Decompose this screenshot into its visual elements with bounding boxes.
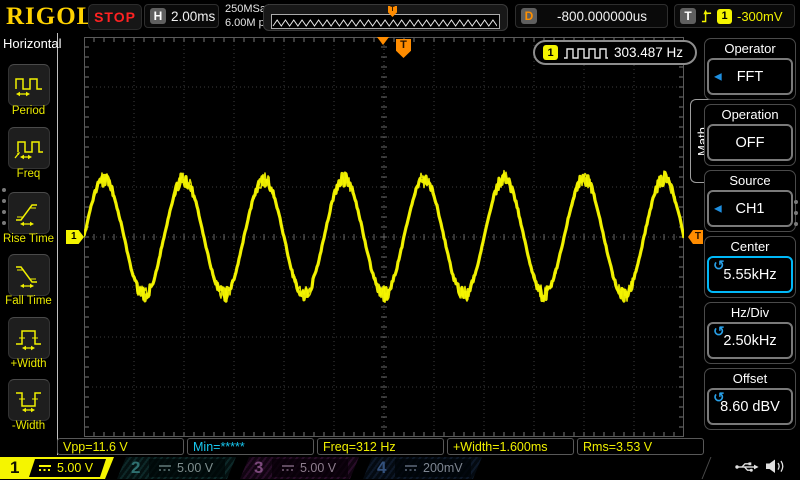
submenu-arrow-icon: ◀ [714, 203, 722, 214]
trigger-source-badge: 1 [717, 8, 732, 24]
menu-operator[interactable]: Operator ◀ ↺ FFT [704, 38, 796, 100]
plus-width-icon [16, 330, 41, 351]
menu-source[interactable]: Source ◀ ↺ CH1 [704, 170, 796, 232]
delay-badge: D [521, 8, 537, 24]
counter-value: 303.487 Hz [614, 45, 684, 60]
channel-2-tab[interactable]: 2 5.00 V [117, 457, 236, 479]
screen-center-marker [377, 37, 389, 45]
freq-icon [14, 141, 43, 160]
measurement-min[interactable]: Min=***** [187, 438, 314, 455]
measurement-width[interactable]: +Width=1.600ms [447, 438, 574, 455]
fall-time-icon [16, 266, 37, 288]
trigger-badge: T [680, 8, 696, 24]
trigger-box[interactable]: T 1 -300mV [674, 4, 795, 28]
waveform-preview [271, 14, 500, 29]
horizontal-scale-box[interactable]: H 2.00ms [144, 4, 219, 28]
menu-hz-div[interactable]: Hz/Div ◀ ↺ 2.50kHz [704, 302, 796, 364]
left-menu-title: Horizontal [3, 36, 62, 51]
channel-1-tab[interactable]: 1 5.00 V [0, 457, 114, 479]
knob-icon: ↺ [713, 258, 725, 274]
left-page-dot [2, 199, 6, 203]
minus-width-icon [16, 392, 41, 413]
dc-coupling-icon [159, 465, 171, 471]
run-stop-status: STOP [88, 4, 142, 30]
left-measure-menu: Horizontal Period Freq Rise Time Fall Ti… [0, 33, 62, 455]
beeper-icon [766, 459, 784, 473]
preview-wave-icon [272, 19, 498, 27]
usb-icon [735, 462, 759, 472]
delay-value: -800.000000us [556, 8, 648, 24]
statusbar-divider [701, 457, 712, 479]
right-page-dot [794, 200, 798, 204]
horizontal-badge: H [150, 8, 166, 24]
menu-center[interactable]: Center ◀ ↺ 5.55kHz [704, 236, 796, 298]
left-page-dot [2, 210, 6, 214]
frequency-counter-badge: 1 303.487 Hz [533, 40, 697, 65]
left-page-dot [2, 188, 6, 192]
counter-channel-badge: 1 [543, 45, 558, 60]
dc-coupling-icon [282, 465, 294, 471]
period-icon [15, 78, 42, 97]
brand-logo: RIGOL [6, 3, 95, 30]
dc-coupling-icon [39, 465, 51, 471]
measurement-freq[interactable]: Freq=312 Hz [317, 438, 444, 455]
horizontal-position-strip: T [263, 4, 508, 31]
measurement-vpp[interactable]: Vpp=11.6 V [57, 438, 184, 455]
submenu-arrow-icon: ◀ [714, 71, 722, 82]
delay-box[interactable]: D -800.000000us [515, 4, 668, 28]
rise-time-button[interactable] [8, 192, 50, 234]
squarewave-icon [564, 47, 608, 59]
menu-offset[interactable]: Offset ◀ ↺ 8.60 dBV [704, 368, 796, 430]
channel-4-tab[interactable]: 4 200mV [363, 457, 482, 479]
trigger-level-value: -300mV [737, 8, 783, 24]
trigger-level-marker[interactable]: T [688, 230, 703, 244]
waveform-grid [84, 37, 684, 437]
horizontal-scale-value: 2.00ms [171, 8, 216, 24]
period-button[interactable] [8, 64, 50, 106]
oscilloscope-screen: RIGOL STOP H 2.00ms 250MSa/s 6.00M pts T… [0, 0, 800, 480]
ch1-level-marker[interactable]: 1 [66, 230, 84, 244]
channel-3-tab[interactable]: 3 5.00 V [240, 457, 359, 479]
left-page-dot [2, 221, 6, 225]
knob-icon: ↺ [713, 324, 725, 340]
minus-width-button[interactable] [8, 379, 50, 421]
plus-width-button[interactable] [8, 317, 50, 359]
right-page-dot [794, 222, 798, 226]
measurement-rms[interactable]: Rms=3.53 V [577, 438, 704, 455]
right-page-dot [794, 211, 798, 215]
trigger-slope-icon [701, 9, 712, 22]
menu-operation[interactable]: Operation ◀ ↺ OFF [704, 104, 796, 166]
rise-time-icon [16, 204, 37, 226]
knob-icon: ↺ [713, 390, 725, 406]
freq-button[interactable] [8, 127, 50, 169]
dc-coupling-icon [405, 465, 417, 471]
fall-time-button[interactable] [8, 254, 50, 296]
